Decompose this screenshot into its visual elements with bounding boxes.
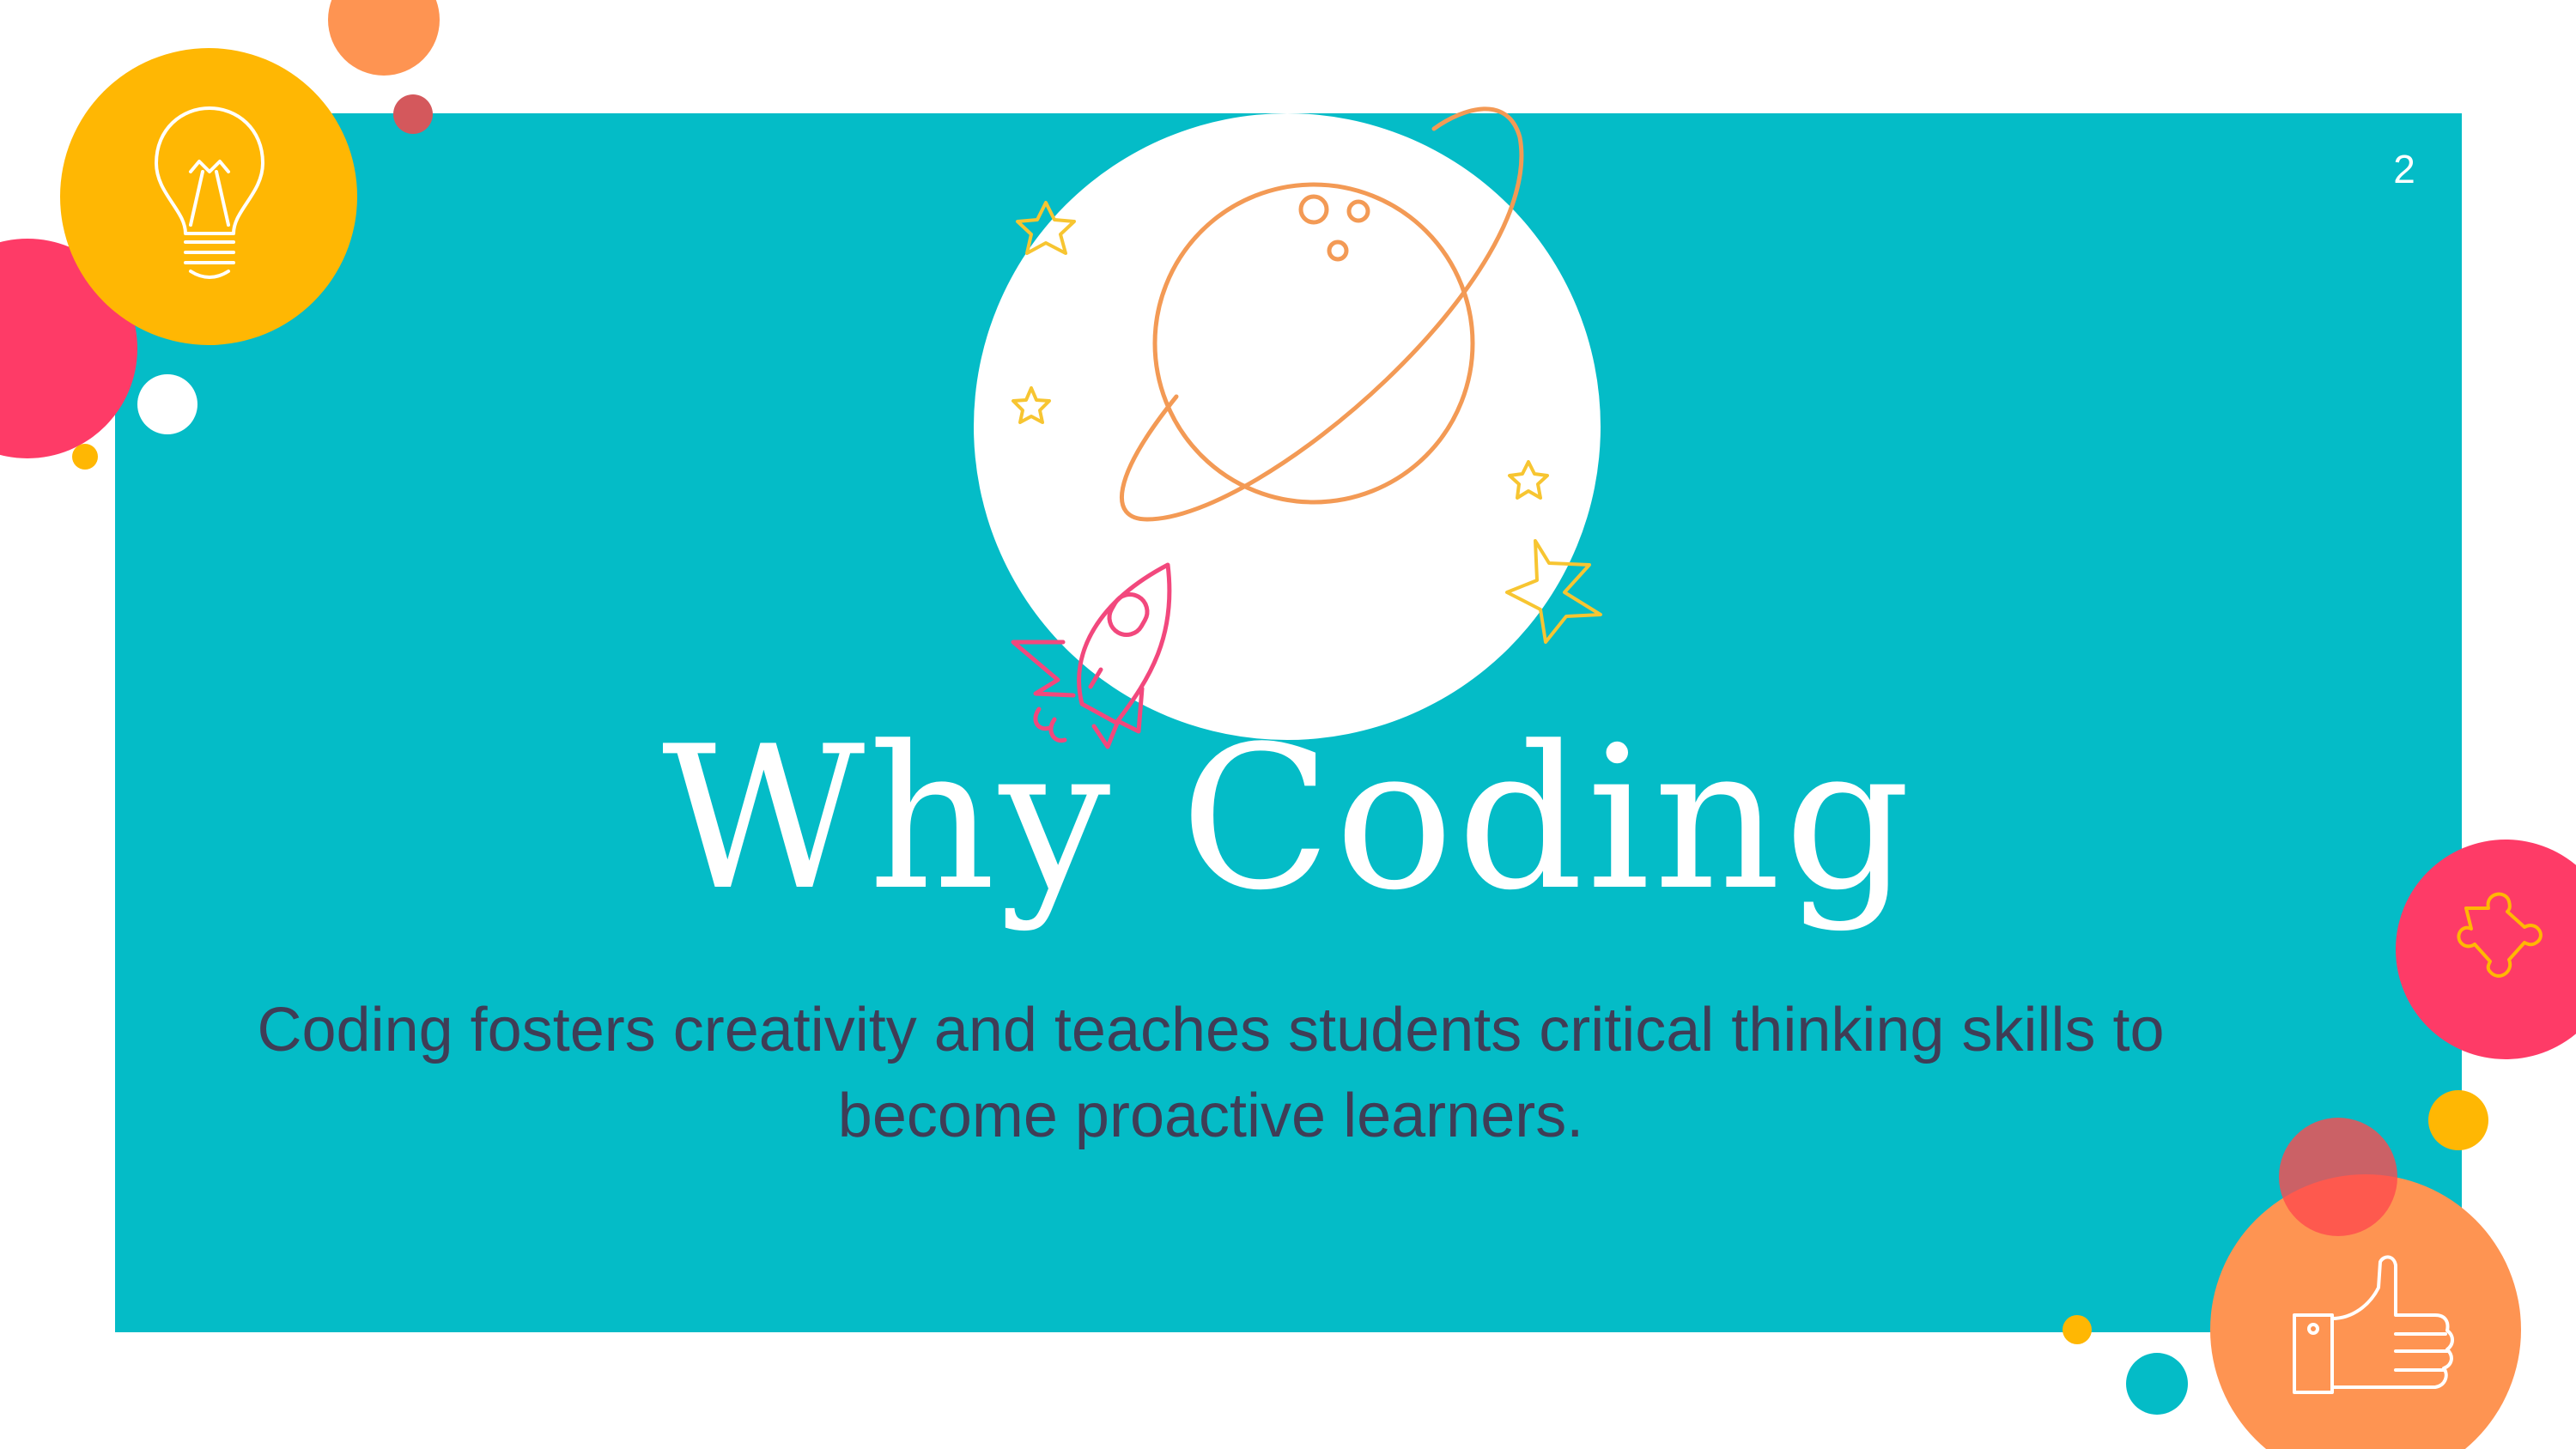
- planet-icon: [1119, 106, 1524, 522]
- star-icon: [1505, 539, 1602, 644]
- slide-title: Why Coding: [661, 705, 1915, 934]
- star-icon: [1508, 460, 1549, 500]
- star-icons: [1012, 201, 1602, 644]
- slide: 2 Why Coding Coding fosters creativity a…: [0, 0, 2576, 1449]
- slide-subtitle: Coding fosters creativity and teaches st…: [257, 996, 2165, 1150]
- star-icon: [1016, 201, 1076, 255]
- lightbulb-icon: [155, 106, 264, 279]
- star-icon: [1012, 386, 1051, 424]
- page-number: 2: [2393, 147, 2415, 191]
- thumbs-up-icon: [2293, 1255, 2454, 1394]
